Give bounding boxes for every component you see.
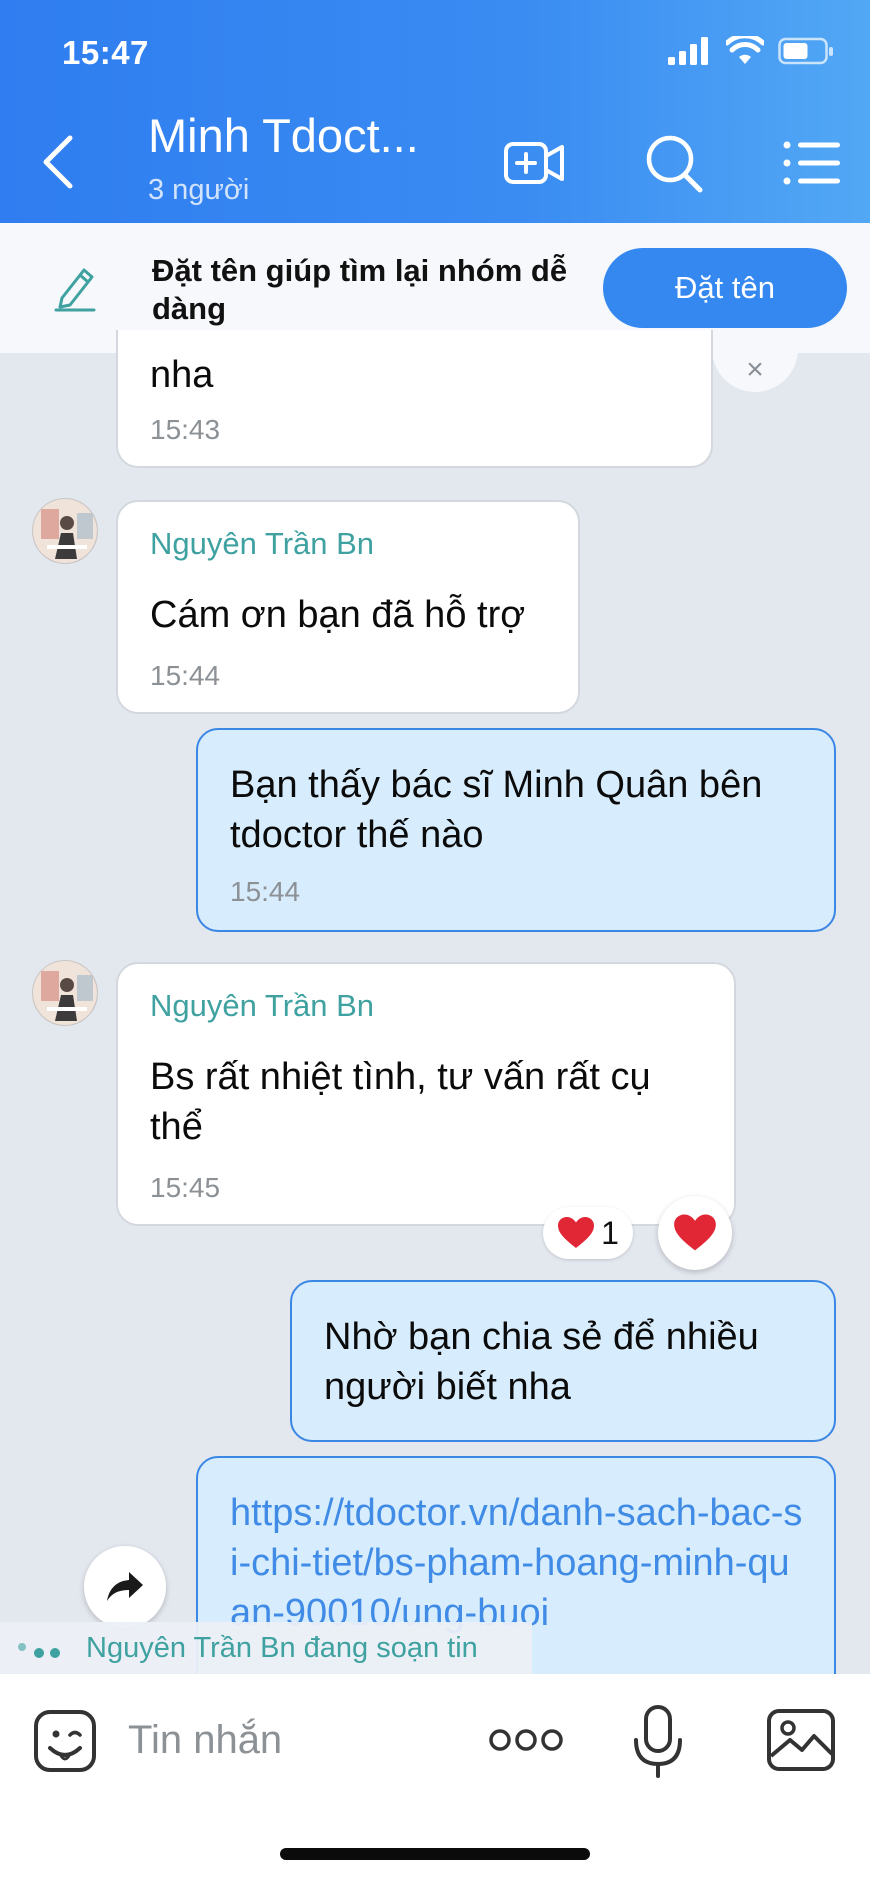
sender-name: Nguyên Trần Bn — [150, 988, 375, 1023]
banner-text: Đặt tên giúp tìm lại nhóm dễ dàng — [152, 253, 568, 326]
message-input[interactable]: Tin nhắn — [128, 1718, 282, 1763]
message-bubble-outgoing[interactable]: Bạn thấy bác sĩ Minh Quân bên tdoctor th… — [196, 728, 836, 932]
message-text: nha — [150, 354, 214, 396]
message-bubble-incoming[interactable]: Nguyên Trần Bn Bs rất nhiệt tình, tư vấn… — [116, 962, 736, 1226]
mic-icon[interactable] — [632, 1704, 684, 1780]
message-time: 15:44 — [230, 876, 301, 907]
pencil-icon — [54, 268, 96, 312]
back-icon[interactable] — [36, 130, 80, 194]
chat-title[interactable]: Minh Tdoct... — [148, 108, 419, 163]
typing-text: Nguyên Trần Bn đang soạn tin — [86, 1631, 478, 1664]
heart-icon — [558, 1217, 595, 1248]
chat-member-count: 3 người — [148, 174, 250, 206]
avatar[interactable] — [32, 960, 98, 1026]
message-text: Bạn thấy bác sĩ Minh Quân bên tdoctor th… — [230, 764, 763, 856]
search-icon[interactable] — [640, 130, 706, 196]
message-text: Nhờ bạn chia sẻ để nhiều người biết nha — [324, 1316, 759, 1408]
typing-dots-icon — [0, 1622, 86, 1674]
message-text: Bs rất nhiệt tình, tư vấn rất cụ thể — [150, 1056, 651, 1148]
message-bubble-incoming[interactable]: Nguyên Trần Bn Cám ơn bạn đã hỗ trợ 15:4… — [116, 500, 580, 714]
more-icon[interactable] — [488, 1722, 564, 1758]
message-time: 15:45 — [150, 1172, 221, 1203]
message-link[interactable]: https://tdoctor.vn/danh-sach-bac-si-chi-… — [230, 1488, 810, 1638]
message-bubble-incoming[interactable]: nha 15:43 — [116, 330, 713, 468]
menu-icon[interactable] — [778, 130, 844, 196]
heart-icon — [674, 1214, 716, 1251]
message-time: 15:44 — [150, 660, 221, 691]
wifi-icon — [726, 36, 764, 64]
signal-icon — [668, 37, 708, 65]
share-button[interactable] — [84, 1546, 166, 1628]
sticker-icon[interactable] — [32, 1708, 98, 1774]
message-text: Cám ơn bạn đã hỗ trợ — [150, 594, 526, 636]
set-name-button[interactable]: Đặt tên — [603, 248, 847, 328]
typing-indicator: Nguyên Trần Bn đang soạn tin — [0, 1622, 532, 1674]
battery-icon — [778, 37, 833, 65]
avatar[interactable] — [32, 498, 98, 564]
home-indicator — [280, 1848, 590, 1860]
chat-header: 15:47 Minh Tdoct... 3 người — [0, 0, 870, 223]
share-icon — [107, 1572, 143, 1601]
message-bubble-outgoing[interactable]: Nhờ bạn chia sẻ để nhiều người biết nha — [290, 1280, 836, 1442]
reaction-summary[interactable]: 1 — [543, 1207, 633, 1259]
reaction-count: 1 — [601, 1214, 619, 1251]
image-icon[interactable] — [766, 1708, 836, 1772]
message-time: 15:43 — [150, 414, 221, 445]
react-button[interactable] — [658, 1196, 732, 1270]
video-add-icon[interactable] — [500, 130, 566, 196]
sender-name: Nguyên Trần Bn — [150, 526, 375, 561]
status-time: 15:47 — [62, 34, 149, 71]
status-icons — [668, 36, 834, 66]
banner-close-button[interactable]: × — [712, 348, 798, 392]
